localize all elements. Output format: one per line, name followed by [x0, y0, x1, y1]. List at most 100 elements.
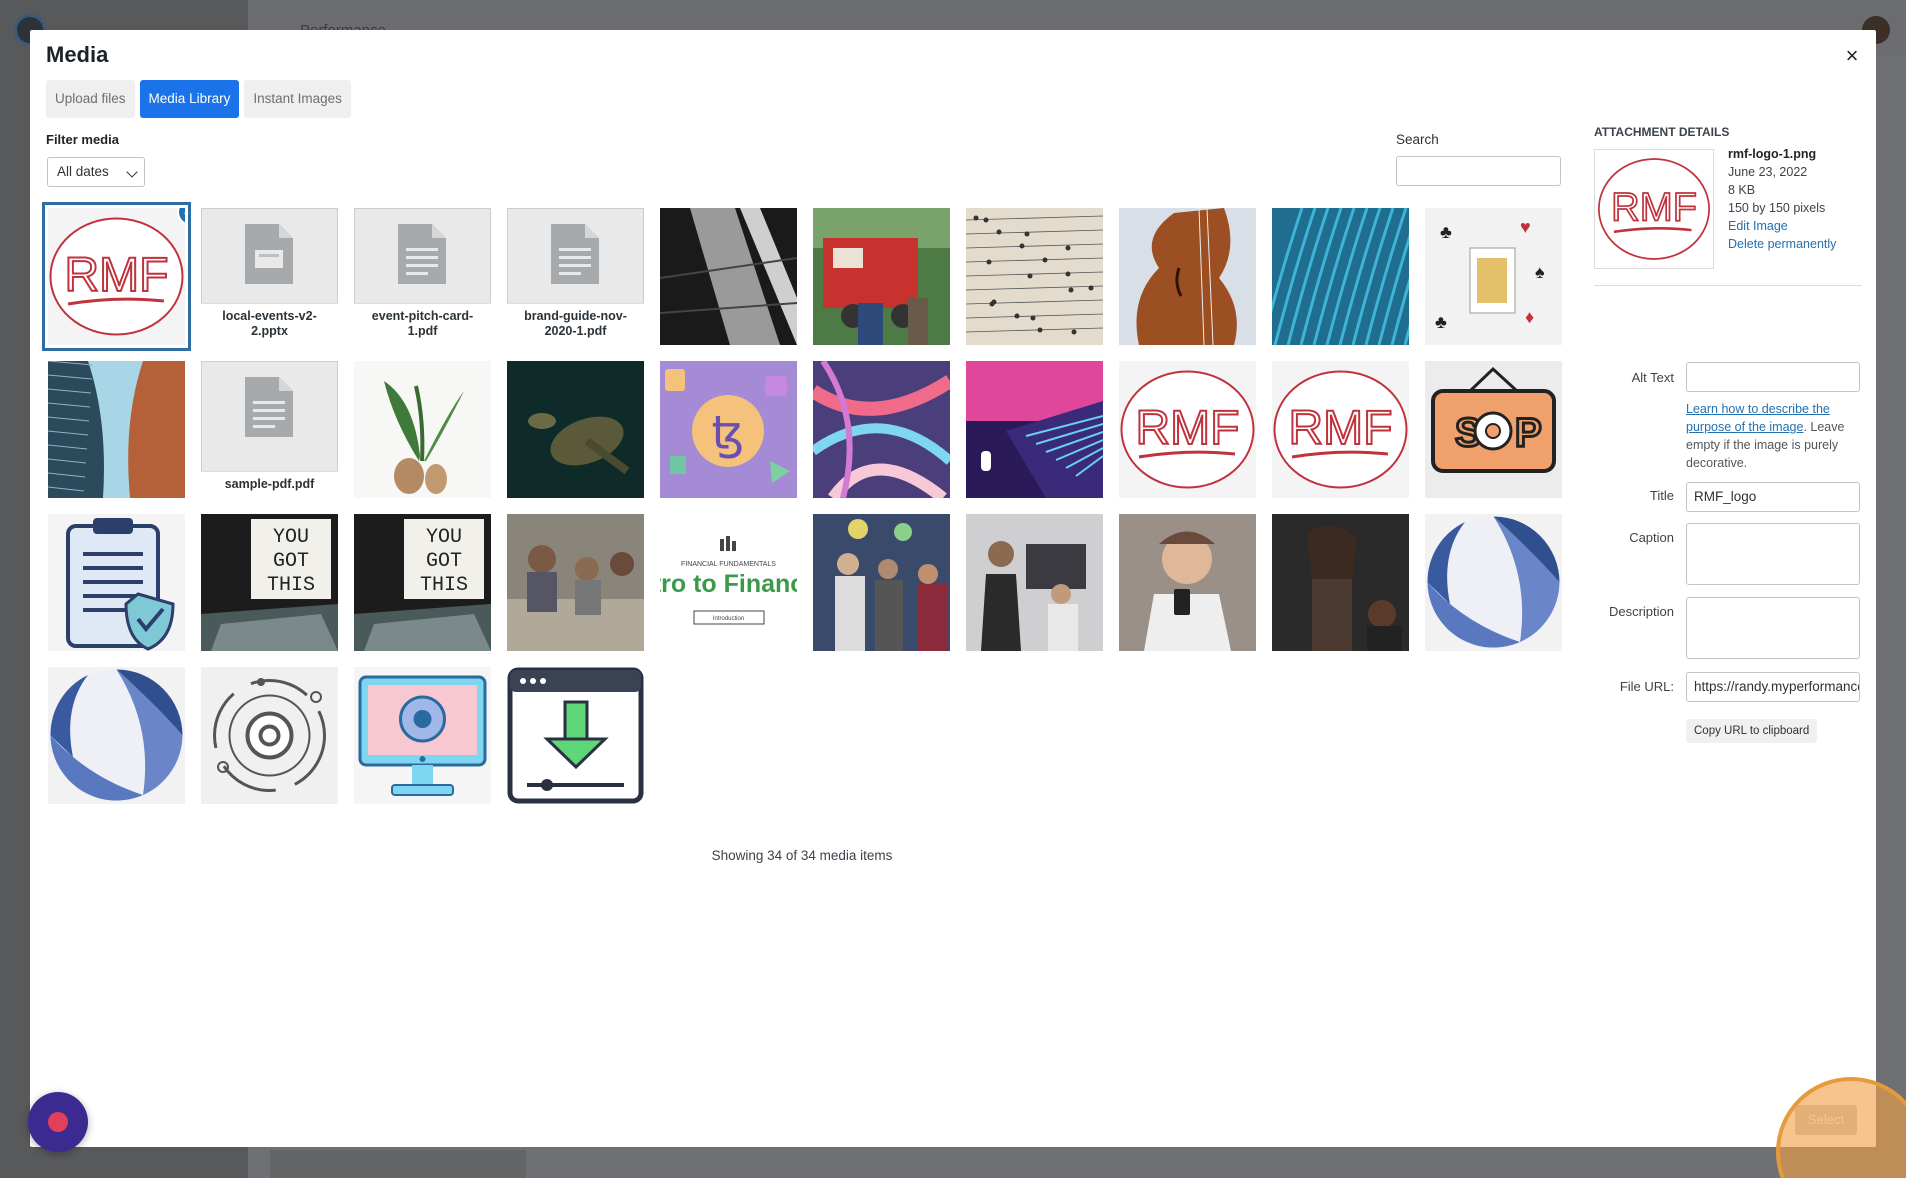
- media-thumbnail: [813, 514, 950, 651]
- tab-upload-files[interactable]: Upload files: [46, 80, 135, 118]
- svg-text:♠: ♠: [1535, 262, 1545, 282]
- media-item[interactable]: [48, 361, 185, 498]
- media-item[interactable]: [1272, 514, 1409, 651]
- media-item[interactable]: [813, 361, 950, 498]
- media-item[interactable]: [1272, 208, 1409, 345]
- document-file-icon: [398, 224, 446, 284]
- media-thumbnail: RMF: [48, 208, 185, 345]
- media-thumbnail: [1119, 514, 1256, 651]
- details-heading: ATTACHMENT DETAILS: [1594, 125, 1730, 139]
- media-item[interactable]: RMF: [48, 208, 185, 345]
- select-button[interactable]: Select: [1795, 1105, 1857, 1135]
- background-panel: [270, 1150, 526, 1178]
- svg-text:YOU: YOU: [273, 526, 309, 549]
- delete-permanently-link[interactable]: Delete permanently: [1728, 235, 1836, 253]
- attachment-size: 8 KB: [1728, 183, 1756, 197]
- caption-field[interactable]: [1686, 523, 1860, 585]
- media-item-filename: event-pitch-card-1.pdf: [354, 303, 491, 345]
- description-field[interactable]: [1686, 597, 1860, 659]
- media-item[interactable]: YOU GOT THIS: [354, 514, 491, 651]
- file-url-field[interactable]: https://randy.myperformance: [1686, 672, 1860, 702]
- presentation-file-icon: [245, 224, 293, 284]
- media-thumbnail: [354, 361, 491, 498]
- media-thumbnail: FINANCIAL FUNDAMENTALS tro to Financ Intro…: [660, 514, 797, 651]
- svg-text:YOU: YOU: [426, 526, 462, 549]
- media-item[interactable]: [1119, 208, 1256, 345]
- media-item[interactable]: [354, 361, 491, 498]
- media-item[interactable]: [966, 361, 1103, 498]
- media-item[interactable]: [966, 208, 1103, 345]
- chevron-down-icon: [126, 166, 138, 178]
- rmf-thumb-text: RMF: [1611, 186, 1697, 230]
- media-thumbnail: [507, 514, 644, 651]
- media-item[interactable]: [1119, 514, 1256, 651]
- media-item[interactable]: [354, 667, 491, 804]
- svg-text:♣: ♣: [1435, 312, 1447, 332]
- media-item[interactable]: [48, 514, 185, 651]
- attachment-thumbnail: RMF: [1594, 149, 1714, 269]
- media-item[interactable]: RMF: [1119, 361, 1256, 498]
- media-thumbnail: [660, 208, 797, 345]
- title-label: Title: [1649, 488, 1674, 503]
- details-divider: [1594, 285, 1862, 286]
- media-item[interactable]: ꜩ: [660, 361, 797, 498]
- search-input[interactable]: [1396, 156, 1561, 186]
- media-item[interactable]: [966, 514, 1103, 651]
- edit-image-link[interactable]: Edit Image: [1728, 217, 1836, 235]
- alt-text-field[interactable]: [1686, 362, 1860, 392]
- media-thumbnail: ♣ ♥ ♣ ♦ ♠: [1425, 208, 1562, 345]
- media-thumbnail: [48, 667, 185, 804]
- title-field[interactable]: RMF_logo: [1686, 482, 1860, 512]
- media-thumbnail: [48, 514, 185, 651]
- filter-media-label: Filter media: [46, 132, 119, 147]
- media-item[interactable]: sample-pdf.pdf: [201, 361, 338, 498]
- media-thumbnail: ꜩ: [660, 361, 797, 498]
- media-item-filename: brand-guide-nov-2020-1.pdf: [507, 303, 644, 345]
- svg-text:THIS: THIS: [267, 574, 315, 597]
- media-item[interactable]: ♣ ♥ ♣ ♦ ♠: [1425, 208, 1562, 345]
- media-thumbnail: [48, 361, 185, 498]
- media-item[interactable]: [813, 514, 950, 651]
- check-icon[interactable]: [179, 208, 185, 224]
- media-item[interactable]: SP: [1425, 361, 1562, 498]
- media-item[interactable]: RMF: [1272, 361, 1409, 498]
- media-item[interactable]: event-pitch-card-1.pdf: [354, 208, 491, 345]
- document-file-icon: [551, 224, 599, 284]
- media-item[interactable]: [507, 667, 644, 804]
- copy-url-button[interactable]: Copy URL to clipboard: [1686, 719, 1818, 743]
- media-item[interactable]: local-events-v2-2.pptx: [201, 208, 338, 345]
- record-icon: [48, 1112, 68, 1132]
- svg-text:♦: ♦: [1525, 307, 1534, 327]
- media-thumbnail: [966, 361, 1103, 498]
- description-label: Description: [1608, 604, 1674, 619]
- svg-text:tro to Financ: tro to Financ: [660, 570, 797, 598]
- media-item[interactable]: [507, 514, 644, 651]
- svg-text:♥: ♥: [1520, 217, 1531, 237]
- media-thumbnail: YOUGOTTHIS: [354, 514, 491, 651]
- media-item[interactable]: [1425, 514, 1562, 651]
- media-item[interactable]: brand-guide-nov-2020-1.pdf: [507, 208, 644, 345]
- svg-text:FINANCIAL FUNDAMENTALS: FINANCIAL FUNDAMENTALS: [681, 561, 776, 568]
- media-item[interactable]: [507, 361, 644, 498]
- attachment-filename: rmf-logo-1.png: [1728, 147, 1817, 161]
- media-item[interactable]: FINANCIAL FUNDAMENTALS tro to Financ Intro…: [660, 514, 797, 651]
- media-thumbnail: [201, 667, 338, 804]
- media-item[interactable]: [660, 208, 797, 345]
- media-thumbnail: [966, 514, 1103, 651]
- media-item-filename: sample-pdf.pdf: [201, 471, 338, 498]
- media-item[interactable]: [48, 667, 185, 804]
- date-filter-select[interactable]: All dates: [47, 157, 145, 187]
- modal-title: Media: [46, 42, 109, 67]
- svg-text:P: P: [1515, 411, 1542, 455]
- media-thumbnail: SP: [1425, 361, 1562, 498]
- close-icon[interactable]: ×: [1838, 42, 1866, 70]
- media-item[interactable]: YOU GOT THIS: [201, 514, 338, 651]
- media-thumbnail: [813, 208, 950, 345]
- tab-media-library[interactable]: Media Library: [139, 80, 240, 118]
- media-item[interactable]: [813, 208, 950, 345]
- record-button[interactable]: [28, 1092, 88, 1152]
- media-item[interactable]: [201, 667, 338, 804]
- tab-instant-images[interactable]: Instant Images: [244, 80, 351, 118]
- media-thumbnail: [507, 361, 644, 498]
- svg-text:RMF: RMF: [65, 249, 169, 302]
